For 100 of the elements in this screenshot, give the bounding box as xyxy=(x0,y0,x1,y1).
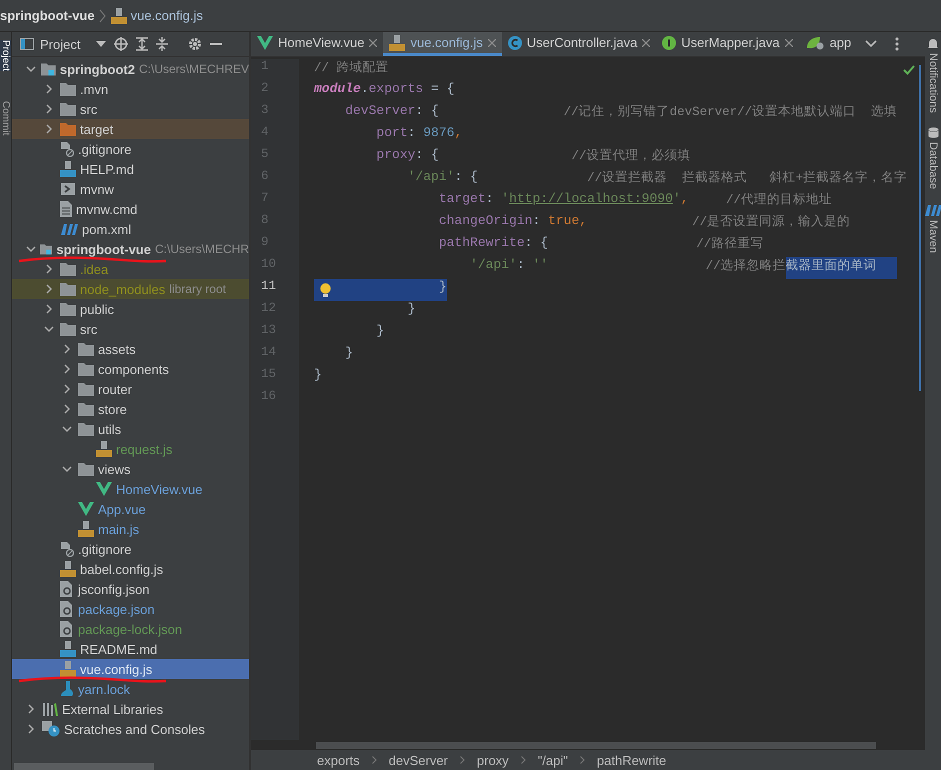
tree-row[interactable]: router xyxy=(12,379,249,399)
tool-window-tab[interactable]: Notifications xyxy=(927,53,939,113)
tree-row[interactable]: public xyxy=(12,299,249,319)
text-file-icon xyxy=(60,201,72,217)
tree-row[interactable]: src xyxy=(12,99,249,119)
breadcrumb-project[interactable]: springboot-vue xyxy=(0,8,95,23)
tree-row[interactable]: utils xyxy=(12,419,249,439)
editor-tab[interactable]: app xyxy=(798,32,858,56)
tree-row[interactable]: README.md xyxy=(12,639,249,659)
code-text: '' xyxy=(532,257,548,274)
tree-row[interactable]: yarn.lock xyxy=(12,679,249,699)
breadcrumb-file[interactable]: vue.config.js xyxy=(130,8,203,23)
collapsed-chevron-icon[interactable] xyxy=(62,384,72,394)
collapsed-chevron-icon[interactable] xyxy=(44,284,54,294)
expanded-chevron-icon[interactable] xyxy=(26,64,36,74)
tree-item-label: request.js xyxy=(116,442,172,456)
close-icon[interactable] xyxy=(784,38,793,46)
check-icon[interactable] xyxy=(903,65,915,75)
tree-row[interactable]: Scratches and Consoles xyxy=(12,719,249,739)
tree-row[interactable]: springboot2 C:\Users\MECHREV xyxy=(12,59,249,79)
tree-row[interactable]: components xyxy=(12,359,249,379)
settings-icon[interactable] xyxy=(188,37,202,51)
collapsed-chevron-icon[interactable] xyxy=(26,704,36,714)
code-breadcrumb[interactable]: devServer xyxy=(388,752,448,768)
expanded-chevron-icon[interactable] xyxy=(62,424,72,434)
close-icon[interactable] xyxy=(642,38,650,46)
collapsed-chevron-icon[interactable] xyxy=(62,404,72,414)
tree-row[interactable]: .mvn xyxy=(12,79,249,99)
tree-row[interactable]: assets xyxy=(12,339,249,359)
tree-row[interactable]: src xyxy=(12,319,249,339)
collapsed-chevron-icon[interactable] xyxy=(62,344,72,354)
tree-row[interactable]: babel.config.js xyxy=(12,559,249,579)
tool-window-tab[interactable]: Database xyxy=(927,142,939,190)
project-view-dropdown[interactable]: Project xyxy=(20,36,106,52)
folder-icon xyxy=(60,322,76,336)
tree-row[interactable]: package.json xyxy=(12,599,249,619)
collapsed-chevron-icon[interactable] xyxy=(26,724,36,734)
tree-item-label: mvnw xyxy=(80,182,114,196)
minimize-icon[interactable] xyxy=(210,43,222,45)
collapse-all-icon[interactable] xyxy=(156,37,168,51)
scrollbar-thumb[interactable] xyxy=(14,763,154,770)
tree-row[interactable]: External Libraries xyxy=(12,699,249,719)
close-icon[interactable] xyxy=(488,38,496,46)
code-comment: //设置拦截器 拦截器格式 斜杠+拦截器名字，名字 xyxy=(587,170,908,187)
tree-row[interactable]: pom.xml xyxy=(12,219,249,239)
line-number: 11 xyxy=(260,279,278,295)
tree-item-label: src xyxy=(80,322,98,336)
tree-row[interactable]: mvnw.cmd xyxy=(12,199,249,219)
tree-row[interactable]: views xyxy=(12,459,249,479)
code-text: : xyxy=(516,257,526,274)
terminal-file-icon xyxy=(60,182,76,196)
expanded-chevron-icon[interactable] xyxy=(62,464,72,474)
editor-tab[interactable]: HomeView.vue xyxy=(251,32,384,56)
tree-row[interactable]: springboot-vue C:\Users\MECHR xyxy=(12,239,249,259)
code-breadcrumb[interactable]: exports xyxy=(317,752,360,768)
vue-file-icon xyxy=(257,36,273,50)
editor-tab[interactable]: UserMapper.java xyxy=(656,32,799,56)
module-folder-icon xyxy=(40,242,52,256)
scrollbar-thumb[interactable] xyxy=(316,742,876,748)
collapsed-chevron-icon[interactable] xyxy=(44,124,54,134)
tree-item-label: .mvn xyxy=(80,82,108,96)
code-text: : { xyxy=(415,103,440,120)
close-icon[interactable] xyxy=(369,38,378,46)
tree-row[interactable]: .gitignore xyxy=(12,139,249,159)
expanded-chevron-icon[interactable] xyxy=(26,244,36,254)
tree-row[interactable]: HomeView.vue xyxy=(12,479,249,499)
interface-icon xyxy=(662,36,676,50)
tree-row[interactable]: HELP.md xyxy=(12,159,249,179)
collapsed-chevron-icon[interactable] xyxy=(44,264,54,274)
tree-row[interactable]: App.vue xyxy=(12,499,249,519)
collapsed-chevron-icon[interactable] xyxy=(62,364,72,374)
code-breadcrumb[interactable]: proxy xyxy=(476,752,509,768)
tree-row[interactable]: main.js xyxy=(12,519,249,539)
collapsed-chevron-icon[interactable] xyxy=(44,104,54,114)
editor-tab[interactable]: UserController.java xyxy=(502,32,656,56)
editor-tab[interactable]: vue.config.js xyxy=(383,32,502,56)
code-text: pathRewrite xyxy=(438,235,525,252)
collapsed-chevron-icon[interactable] xyxy=(44,304,54,314)
tree-item-label: utils xyxy=(98,422,122,436)
collapsed-chevron-icon[interactable] xyxy=(44,84,54,94)
tool-window-tab[interactable]: Project xyxy=(0,40,11,72)
tool-window-tab[interactable]: Maven xyxy=(927,220,939,254)
tree-row[interactable]: mvnw xyxy=(12,179,249,199)
crosshair-icon[interactable] xyxy=(114,37,128,51)
tree-row[interactable]: target xyxy=(12,119,249,139)
vue-file-icon xyxy=(96,482,112,496)
tree-row[interactable]: jsconfig.json xyxy=(12,579,249,599)
tree-row[interactable]: .gitignore xyxy=(12,539,249,559)
code-comment: //记住，别写错了devServer//设置本地默认端口 选填 xyxy=(564,104,898,121)
tree-item-label: mvnw.cmd xyxy=(76,202,138,216)
tool-window-tab[interactable]: Commit xyxy=(0,101,11,136)
js-file-icon xyxy=(96,441,112,457)
expand-all-icon[interactable] xyxy=(136,37,148,51)
expanded-chevron-icon[interactable] xyxy=(44,324,54,334)
code-breadcrumb[interactable]: pathRewrite xyxy=(596,752,666,768)
lightbulb-icon[interactable] xyxy=(320,283,331,298)
maven-file-icon xyxy=(60,222,78,236)
folder-icon xyxy=(78,402,94,416)
tree-row[interactable]: store xyxy=(12,399,249,419)
code-breadcrumb[interactable]: "/api" xyxy=(538,752,568,768)
